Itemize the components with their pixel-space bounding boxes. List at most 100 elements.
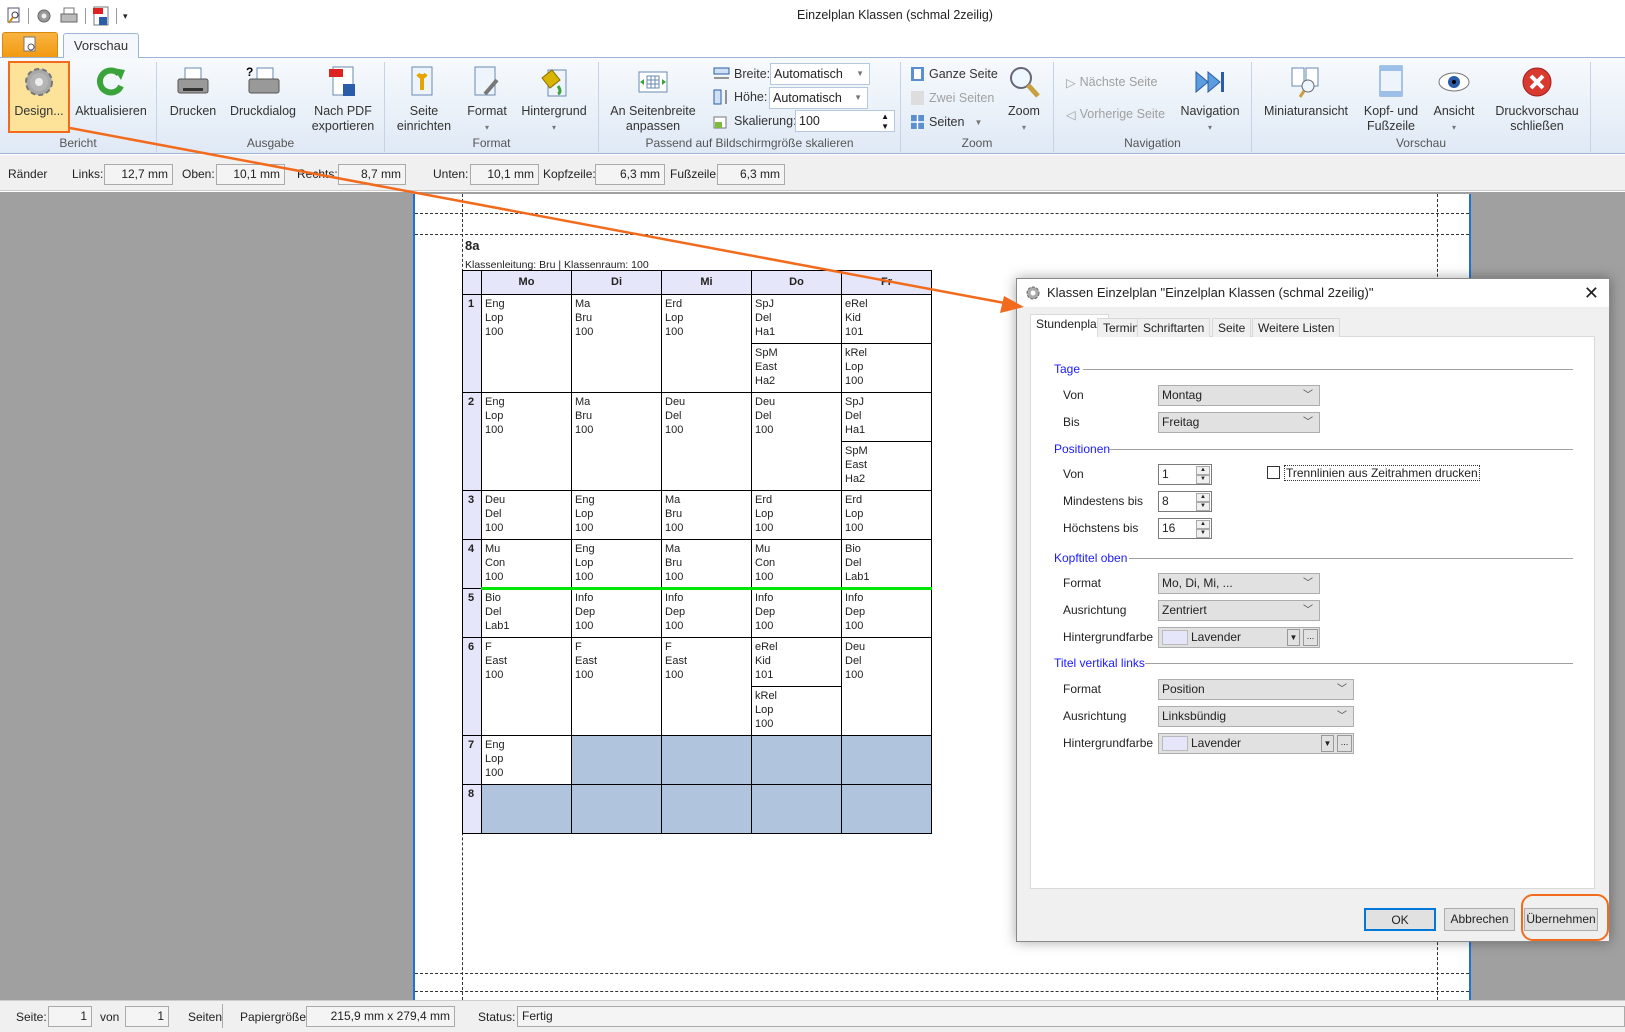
lesson-cell[interactable]: kRel Lop 100 [751,686,842,736]
lesson-cell[interactable]: Info Dep 100 [751,588,842,638]
lesson-cell[interactable]: Deu Del 100 [661,392,752,491]
page-setup-button[interactable]: Seite einrichten [392,64,456,134]
tab-weitere-listen[interactable]: Weitere Listen [1252,318,1341,337]
kopftitel-color-picker[interactable]: Lavender ▼ ... [1158,627,1320,648]
lesson-cell[interactable]: SpJ Del Ha1 [751,294,842,344]
scale-spinner[interactable]: 100 ▲ ▼ [795,110,895,132]
lesson-cell[interactable]: Info Dep 100 [571,588,662,638]
lesson-cell[interactable]: SpM East Ha2 [751,343,842,393]
pages-button[interactable]: Seiten ▼ [910,112,982,132]
lesson-cell[interactable]: kRel Lop 100 [841,343,932,393]
titel-color-picker[interactable]: Lavender ▼ ... [1158,733,1354,754]
tab-vorschau[interactable]: Vorschau [63,33,139,58]
lesson-cell[interactable]: Mu Con 100 [751,539,842,589]
room: 100 [845,375,864,387]
lesson-cell[interactable]: Eng Lop 100 [571,490,662,540]
trennlinien-checkbox[interactable] [1267,466,1280,479]
lesson-cell[interactable]: Deu Del 100 [481,490,572,540]
lesson-cell[interactable]: Ma Bru 100 [571,294,662,393]
fit-label: An Seitenbreite [610,104,696,118]
tage-bis-combo[interactable]: Freitag ﹀ [1158,412,1320,433]
lesson-cell[interactable]: Eng Lop 100 [571,539,662,589]
empty-slot [751,735,842,785]
previous-page-button[interactable]: ◁ Vorherige Seite [1066,104,1165,124]
lesson-cell[interactable]: Deu Del 100 [841,637,932,736]
lesson-cell[interactable]: eRel Kid 101 [841,294,932,344]
background-button[interactable]: Hintergrund ▾ [518,64,590,135]
lesson-cell[interactable]: eRel Kid 101 [751,637,842,687]
lesson-cell[interactable]: Info Dep 100 [841,588,932,638]
more-button[interactable]: ... [1337,735,1352,752]
dropdown-arrow-icon[interactable]: ▼ [1321,735,1334,752]
close-preview-button[interactable]: Druckvorschau schließen [1492,64,1582,134]
ok-button[interactable]: OK [1364,908,1436,931]
fit-page-width-button[interactable]: An Seitenbreite anpassen [605,64,701,134]
lesson-cell[interactable]: Erd Lop 100 [841,490,932,540]
hoechstens-bis-spinner[interactable]: 16 ▲ ▼ [1158,518,1212,539]
lesson-cell[interactable]: Erd Lop 100 [661,294,752,393]
format-button[interactable]: Format ▾ [460,64,514,135]
header-margin-field[interactable]: 6,3 mm [595,164,665,185]
width-combo[interactable]: Automatisch ▼ [770,63,870,85]
close-icon[interactable]: ✕ [1584,279,1599,307]
margin-line [415,234,1469,235]
room: 100 [665,571,684,583]
lesson-cell[interactable]: Ma Bru 100 [661,490,752,540]
top-margin-field[interactable]: 10,1 mm [216,164,285,185]
chevron-down-icon: ﹀ [1303,578,1313,589]
design-button[interactable]: Design... [8,64,70,119]
bottom-margin-field[interactable]: 10,1 mm [470,164,539,185]
titel-ausrichtung-combo[interactable]: Linksbündig ﹀ [1158,706,1354,727]
subject: Bio [485,592,501,604]
next-page-button[interactable]: ▷ Nächste Seite [1066,72,1157,92]
footer-margin-field[interactable]: 6,3 mm [717,164,785,185]
lesson-cell[interactable]: F East 100 [481,637,572,736]
lesson-cell[interactable]: Mu Con 100 [481,539,572,589]
kopftitel-format-combo[interactable]: Mo, Di, Mi, ... ﹀ [1158,573,1320,594]
right-margin-field[interactable]: 8,7 mm [338,164,406,185]
lesson-cell[interactable]: F East 100 [571,637,662,736]
refresh-button[interactable]: Aktualisieren [72,64,150,119]
mindestens-bis-spinner[interactable]: 8 ▲ ▼ [1158,491,1212,512]
zoom-button[interactable]: Zoom ▾ [1000,64,1048,135]
lesson-cell[interactable]: Bio Del Lab1 [841,539,932,589]
print-dialog-button[interactable]: ? Druckdialog [225,64,301,119]
lesson-cell[interactable]: Info Dep 100 [661,588,752,638]
trennlinien-label[interactable]: Trennlinien aus Zeitrahmen drucken [1284,465,1480,481]
subject: SpJ [755,298,774,310]
lesson-cell[interactable]: Deu Del 100 [751,392,842,491]
kopftitel-ausrichtung-combo[interactable]: Zentriert ﹀ [1158,600,1320,621]
lesson-cell[interactable]: F East 100 [661,637,752,736]
lesson-cell[interactable]: Ma Bru 100 [661,539,752,589]
thumbnails-button[interactable]: Miniaturansicht [1262,64,1350,119]
positionen-von-spinner[interactable]: 1 ▲ ▼ [1158,464,1212,485]
lesson-cell[interactable]: Ma Bru 100 [571,392,662,491]
tab-schriftarten[interactable]: Schriftarten [1137,318,1211,337]
height-combo[interactable]: Automatisch ▼ [769,87,868,109]
two-pages-button[interactable]: Zwei Seiten [910,88,994,108]
lesson-cell[interactable]: SpM East Ha2 [841,441,932,491]
view-button[interactable]: Ansicht ▾ [1428,64,1480,135]
lesson-cell[interactable]: Eng Lop 100 [481,735,572,785]
lesson-cell[interactable]: Eng Lop 100 [481,392,572,491]
header-footer-button[interactable]: Kopf- und Fußzeile [1362,64,1420,134]
application-menu-button[interactable] [2,32,58,57]
tab-seite[interactable]: Seite [1212,318,1252,337]
navigation-button[interactable]: Navigation ▾ [1172,64,1248,135]
lesson-cell[interactable]: Erd Lop 100 [751,490,842,540]
print-button[interactable]: Drucken [166,64,220,119]
dropdown-arrow-icon[interactable]: ▼ [1287,629,1300,646]
lesson-cell[interactable]: Bio Del Lab1 [481,588,572,638]
page-field[interactable]: 1 [48,1006,92,1027]
whole-page-button[interactable]: Ganze Seite [910,64,998,84]
left-margin-field[interactable]: 12,7 mm [104,164,173,185]
period-separator-line [481,587,932,590]
export-pdf-button[interactable]: Nach PDF exportieren [305,64,381,134]
tage-von-combo[interactable]: Montag ﹀ [1158,385,1320,406]
lesson-cell[interactable]: Eng Lop 100 [481,294,572,393]
paper-size-label: Papiergröße: [240,1010,310,1024]
titel-format-combo[interactable]: Position ﹀ [1158,679,1354,700]
more-button[interactable]: ... [1303,629,1318,646]
cancel-button[interactable]: Abbrechen [1444,908,1515,931]
lesson-cell[interactable]: SpJ Del Ha1 [841,392,932,442]
